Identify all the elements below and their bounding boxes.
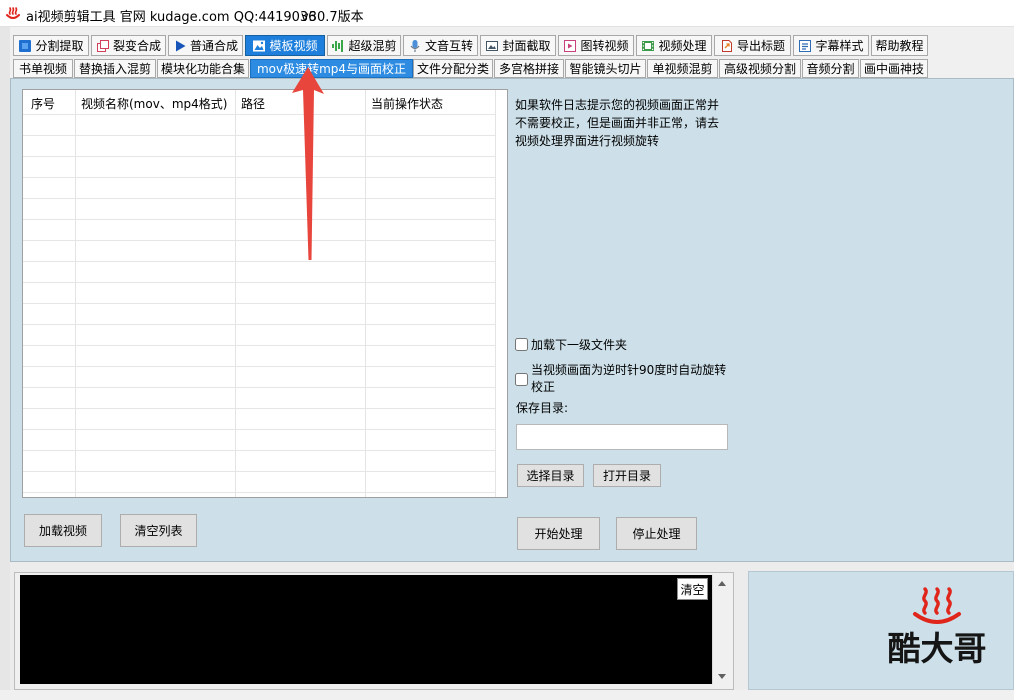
split-icon	[18, 39, 32, 53]
tab-label: 导出标题	[736, 39, 785, 53]
tab-subtitle-style[interactable]: 字幕样式	[793, 35, 869, 56]
hot-spring-logo-icon	[5, 5, 21, 21]
tab-video-processing[interactable]: 视频处理	[636, 35, 712, 56]
tab-label: 单视频混剪	[652, 62, 713, 76]
tab-label: 字幕样式	[815, 39, 864, 53]
load-videos-button[interactable]: 加载视频	[24, 514, 102, 547]
fission-icon	[96, 39, 110, 53]
play-icon	[173, 39, 187, 53]
subtab-file-distribute[interactable]: 文件分配分类	[413, 59, 493, 78]
export-icon	[720, 39, 734, 53]
window-title: ai视频剪辑工具 官网 kudage.com QQ:4419036	[26, 10, 317, 25]
clear-list-button[interactable]: 清空列表	[120, 514, 197, 547]
subtab-single-video-mix[interactable]: 单视频混剪	[647, 59, 718, 78]
clear-log-button[interactable]: 清空	[677, 578, 708, 600]
tab-label: 高级视频分割	[723, 62, 796, 76]
tab-label: 替换插入混剪	[78, 62, 151, 76]
tab-label: 书单视频	[18, 62, 67, 76]
tab-label: 封面截取	[502, 39, 551, 53]
window-edge	[0, 27, 10, 690]
video-file-table[interactable]: 序号 视频名称(mov、mp4格式) 路径 当前操作状态	[22, 89, 508, 498]
subtitle-icon	[798, 39, 812, 53]
subtab-advanced-split[interactable]: 高级视频分割	[719, 59, 801, 78]
save-dir-input[interactable]	[516, 424, 728, 450]
subtab-replace-insert-mix[interactable]: 替换插入混剪	[74, 59, 156, 78]
tab-label: 帮助教程	[875, 39, 924, 53]
scroll-down-icon[interactable]	[713, 668, 730, 684]
column-divider	[75, 90, 76, 497]
tab-label: 模板视频	[269, 39, 318, 53]
tab-cover-capture[interactable]: 封面截取	[480, 35, 556, 56]
load-subfolders-checkbox[interactable]	[515, 338, 528, 351]
subtab-booklist-video[interactable]: 书单视频	[13, 59, 73, 78]
load-subfolders-option[interactable]: 加载下一级文件夹	[515, 336, 627, 353]
bottom-strip	[0, 690, 1014, 700]
picture-icon	[485, 39, 499, 53]
load-subfolders-label: 加载下一级文件夹	[531, 338, 628, 352]
table-rows	[23, 114, 495, 497]
notice-text: 如果软件日志提示您的视频画面正常并不需要校正，但是画面并非正常，请去视频处理界面…	[515, 98, 720, 148]
auto-rotate-label: 当视频画面为逆时针90度时自动旋转校正	[531, 363, 727, 394]
tab-label: 超级混剪	[348, 39, 397, 53]
tab-image-to-video[interactable]: 图转视频	[558, 35, 634, 56]
tab-text-audio-convert[interactable]: 文音互转	[403, 35, 478, 56]
tab-super-mix[interactable]: 超级混剪	[327, 35, 401, 56]
subtab-grid-splice[interactable]: 多宫格拼接	[494, 59, 564, 78]
tab-label: mov极速转mp4与画面校正	[256, 62, 407, 76]
version-label: v30.7版本	[301, 10, 364, 25]
tab-label: 裂变合成	[112, 39, 161, 53]
tab-normal-merge[interactable]: 普通合成	[168, 35, 243, 56]
scroll-up-icon[interactable]	[713, 575, 730, 591]
save-dir-label: 保存目录:	[516, 401, 569, 415]
column-divider	[365, 90, 366, 497]
tab-label: 画中画神技	[863, 62, 924, 76]
start-button[interactable]: 开始处理	[517, 517, 600, 550]
auto-rotate-option[interactable]: 当视频画面为逆时针90度时自动旋转校正	[515, 362, 729, 396]
subtab-smart-shot-slice[interactable]: 智能镜头切片	[565, 59, 646, 78]
subtab-picture-in-picture[interactable]: 画中画神技	[860, 59, 928, 78]
choose-dir-button[interactable]: 选择目录	[517, 464, 584, 487]
microphone-icon	[408, 39, 422, 53]
log-output[interactable]	[20, 575, 712, 684]
subtab-audio-split[interactable]: 音频分割	[802, 59, 859, 78]
open-dir-button[interactable]: 打开目录	[593, 464, 661, 487]
image-to-video-icon	[563, 39, 577, 53]
column-header-index[interactable]: 序号	[31, 95, 55, 112]
column-header-video-name[interactable]: 视频名称(mov、mp4格式)	[81, 95, 227, 112]
brand-name: 酷大哥	[887, 629, 987, 668]
column-header-path[interactable]: 路径	[241, 95, 265, 112]
tab-split-extract[interactable]: 分割提取	[13, 35, 89, 56]
tab-label: 模块化功能合集	[160, 62, 245, 76]
tab-label: 文音互转	[424, 39, 473, 53]
subtab-modular-collection[interactable]: 模块化功能合集	[157, 59, 249, 78]
template-icon	[252, 39, 266, 53]
hot-spring-logo-icon	[910, 586, 964, 626]
tab-label: 分割提取	[35, 39, 84, 53]
film-icon	[641, 39, 655, 53]
tab-label: 文件分配分类	[416, 62, 489, 76]
tab-help-tutorial[interactable]: 帮助教程	[871, 35, 928, 56]
log-scrollbar[interactable]	[712, 575, 729, 684]
column-divider	[495, 90, 496, 497]
tab-label: 普通合成	[189, 39, 238, 53]
tab-label: 视频处理	[658, 39, 707, 53]
stop-button[interactable]: 停止处理	[616, 517, 697, 550]
tab-label: 图转视频	[580, 39, 629, 53]
audio-bars-icon	[331, 39, 345, 53]
tab-label: 多宫格拼接	[498, 62, 559, 76]
subtab-mov-to-mp4-correction[interactable]: mov极速转mp4与画面校正	[250, 59, 413, 78]
tab-export-titles[interactable]: 导出标题	[714, 35, 791, 56]
tab-label: 音频分割	[806, 62, 855, 76]
column-header-status[interactable]: 当前操作状态	[371, 95, 443, 112]
tab-template-video[interactable]: 模板视频	[245, 35, 325, 56]
column-divider	[235, 90, 236, 497]
tab-fission-merge[interactable]: 裂变合成	[91, 35, 166, 56]
auto-rotate-checkbox[interactable]	[515, 372, 528, 386]
tab-label: 智能镜头切片	[569, 62, 642, 76]
